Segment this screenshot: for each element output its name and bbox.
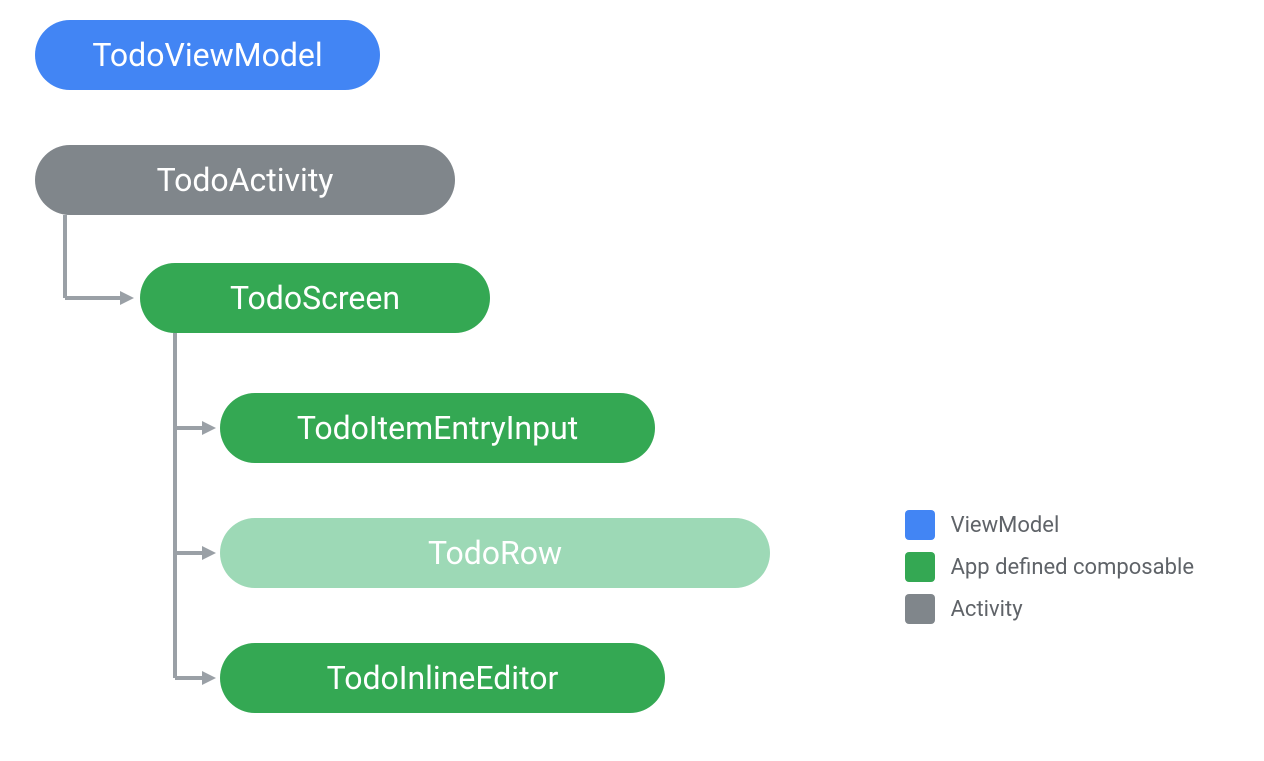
node-label: TodoScreen: [230, 279, 400, 317]
legend-item-activity: Activity: [905, 594, 1194, 624]
legend-label: ViewModel: [951, 513, 1060, 538]
legend-label: App defined composable: [951, 555, 1194, 580]
arrow-screen-to-inline-editor: [170, 670, 220, 690]
node-todo-item-entry-input: TodoItemEntryInput: [220, 393, 655, 463]
legend-item-composable: App defined composable: [905, 552, 1194, 582]
node-label: TodoInlineEditor: [327, 659, 559, 697]
legend: ViewModel App defined composable Activit…: [905, 510, 1194, 636]
arrow-screen-to-row: [170, 545, 220, 565]
node-label: TodoRow: [428, 534, 562, 572]
node-todo-screen: TodoScreen: [140, 263, 490, 333]
node-todo-activity: TodoActivity: [35, 145, 455, 215]
node-label: TodoViewModel: [92, 36, 322, 74]
arrow-activity-to-screen: [60, 215, 140, 305]
node-todo-inline-editor: TodoInlineEditor: [220, 643, 665, 713]
legend-item-viewmodel: ViewModel: [905, 510, 1194, 540]
node-todo-viewmodel: TodoViewModel: [35, 20, 380, 90]
arrow-screen-vertical: [170, 333, 180, 683]
node-label: TodoActivity: [157, 161, 334, 199]
legend-swatch-activity: [905, 594, 935, 624]
node-label: TodoItemEntryInput: [297, 409, 578, 447]
node-todo-row: TodoRow: [220, 518, 770, 588]
legend-swatch-composable: [905, 552, 935, 582]
legend-label: Activity: [951, 597, 1023, 622]
legend-swatch-viewmodel: [905, 510, 935, 540]
arrow-screen-to-entry-input: [170, 420, 220, 440]
architecture-diagram: TodoViewModel TodoActivity TodoScreen To…: [0, 0, 1264, 761]
